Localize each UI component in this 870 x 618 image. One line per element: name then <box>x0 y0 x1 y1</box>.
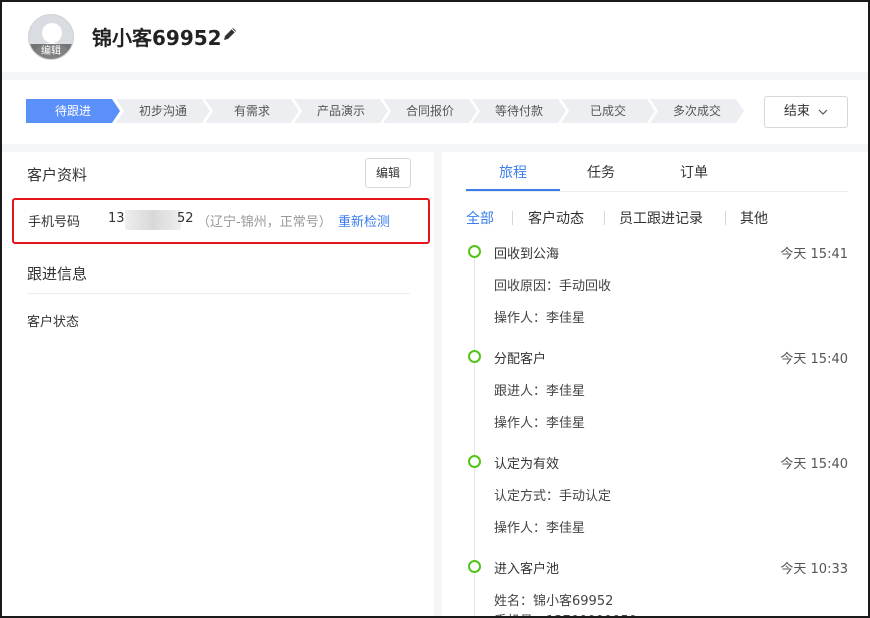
timeline-item-time: 今天 15:41 <box>780 247 848 262</box>
filter-all[interactable]: 全部 <box>466 208 494 228</box>
timeline-item-detail: 操作人：李佳星 <box>494 521 586 536</box>
timeline-item-detail: 手机号：13700000050 <box>494 610 637 616</box>
timeline-item-detail: 操作人：李佳星 <box>494 311 586 326</box>
stage-step-1[interactable]: 初步沟通 <box>116 99 210 123</box>
phone-row-highlight: 手机号码 13 52 （辽宁-锦州，正常号） 重新检测 <box>12 198 430 244</box>
timeline-item-title: 认定为有效 <box>494 457 560 472</box>
stage-step-7[interactable]: 多次成交 <box>650 99 744 123</box>
timeline-item-detail: 姓名：锦小客69952 <box>494 594 614 609</box>
panel-tabs: 旅程 任务 订单 <box>466 152 848 192</box>
profile-section-title: 客户资料 <box>27 166 88 184</box>
avatar[interactable]: 编辑 <box>28 14 74 60</box>
customer-header: 编辑 锦小客69952 <box>2 2 868 72</box>
timeline-item-detail: 跟进人：李佳星 <box>494 384 586 399</box>
phone-masked-digits <box>125 210 181 230</box>
timeline-dot <box>468 245 481 258</box>
end-button-label: 结束 <box>783 104 810 119</box>
recheck-link[interactable]: 重新检测 <box>338 211 390 230</box>
phone-region: （辽宁-锦州，正常号） <box>197 215 332 230</box>
timeline-item-title: 分配客户 <box>494 352 547 367</box>
customer-name: 锦小客69952 <box>92 26 222 50</box>
timeline-item-time: 今天 15:40 <box>780 457 848 472</box>
followup-section-title: 跟进信息 <box>27 265 88 283</box>
stage-step-3[interactable]: 产品演示 <box>294 99 388 123</box>
edit-profile-button[interactable]: 编辑 <box>365 158 411 188</box>
customer-status-label: 客户状态 <box>27 315 80 330</box>
customer-profile-panel: 客户资料 编辑 手机号码 13 52 （辽宁-锦州，正常号） 重新检测 跟进信息… <box>2 152 434 616</box>
journey-panel: 旅程 任务 订单 全部 客户动态 员工跟进记录 其他 回收到公海 今天 15:4… <box>442 152 868 616</box>
section-divider <box>27 293 410 294</box>
avatar-head-shape <box>42 23 62 43</box>
timeline-dot <box>468 350 481 363</box>
timeline-item-title: 回收到公海 <box>494 247 560 262</box>
timeline-item-title: 进入客户池 <box>494 562 560 577</box>
timeline-item-detail: 操作人：李佳星 <box>494 416 586 431</box>
stage-step-2[interactable]: 有需求 <box>205 99 299 123</box>
timeline-dot <box>468 560 481 573</box>
tab-journey[interactable]: 旅程 <box>478 162 548 182</box>
stage-step-4[interactable]: 合同报价 <box>383 99 477 123</box>
phone-label: 手机号码 <box>28 215 81 230</box>
stage-step-5[interactable]: 等待付款 <box>472 99 566 123</box>
timeline-item-detail: 回收原因：手动回收 <box>494 279 612 294</box>
pencil-icon[interactable] <box>222 26 238 42</box>
timeline-item-detail: 认定方式：手动认定 <box>494 489 612 504</box>
tab-orders[interactable]: 订单 <box>659 162 729 182</box>
tab-tasks[interactable]: 任务 <box>566 162 636 182</box>
avatar-edit-label[interactable]: 编辑 <box>29 44 73 59</box>
filter-separator <box>512 211 513 225</box>
stage-step-6[interactable]: 已成交 <box>561 99 655 123</box>
chevron-down-icon <box>818 109 828 115</box>
app-frame: 编辑 锦小客69952 待跟进 初步沟通 有需求 产品演示 合同报价 等待付款 … <box>0 0 870 618</box>
active-tab-indicator <box>466 189 560 191</box>
filter-separator <box>604 211 605 225</box>
end-dropdown-button[interactable]: 结束 <box>764 96 848 128</box>
filter-customer-activity[interactable]: 客户动态 <box>528 208 584 228</box>
stage-bar: 待跟进 初步沟通 有需求 产品演示 合同报价 等待付款 已成交 多次成交 结束 <box>2 80 868 144</box>
filter-separator <box>725 211 726 225</box>
filter-staff-records[interactable]: 员工跟进记录 <box>619 208 703 228</box>
phone-prefix: 13 <box>108 211 125 226</box>
filter-other[interactable]: 其他 <box>740 208 768 228</box>
phone-suffix: 52 <box>177 211 194 226</box>
stage-step-0[interactable]: 待跟进 <box>26 99 120 123</box>
timeline-item-time: 今天 15:40 <box>780 352 848 367</box>
timeline-item-time: 今天 10:33 <box>780 562 848 577</box>
timeline-dot <box>468 455 481 468</box>
